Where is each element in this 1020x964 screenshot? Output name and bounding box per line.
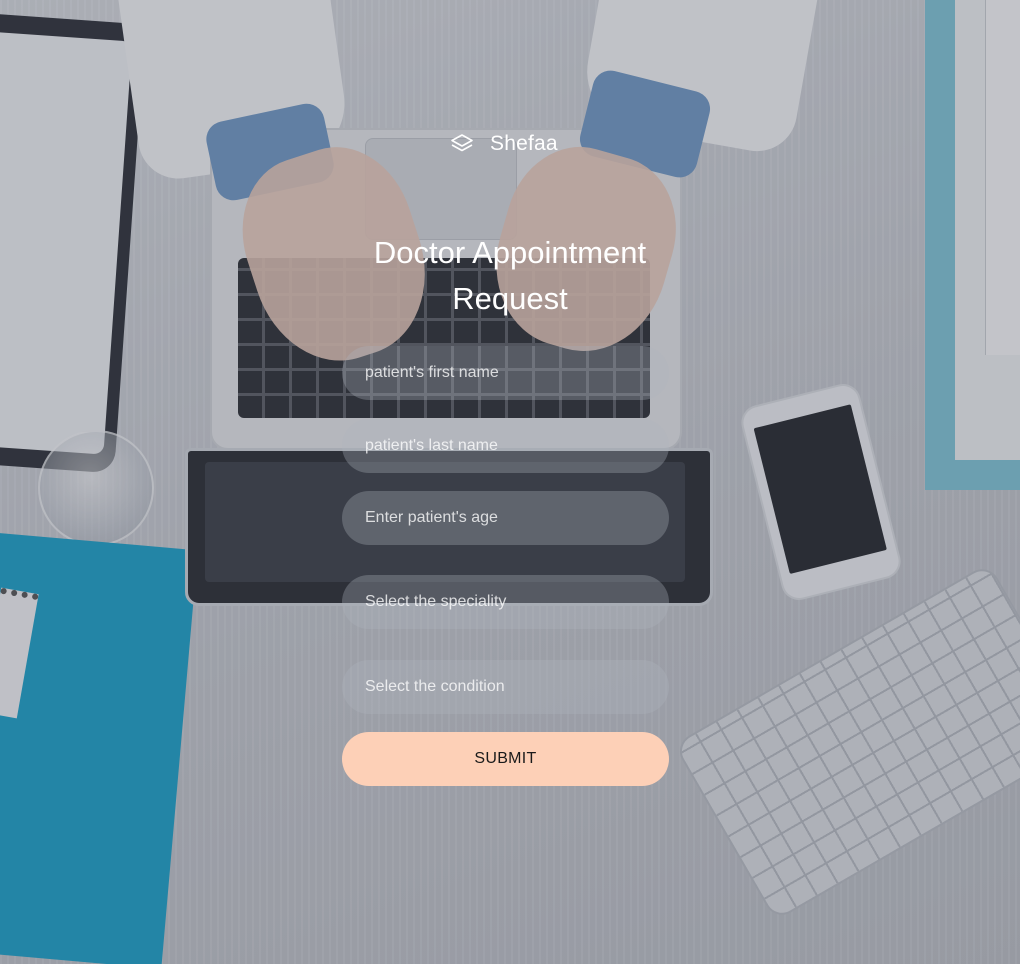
first-name-field-wrapper — [342, 346, 669, 400]
layers-icon — [451, 134, 473, 152]
age-input[interactable] — [365, 509, 669, 527]
form-title: Doctor Appointment Request — [373, 235, 647, 316]
speciality-select-label: Select the speciality — [365, 593, 507, 610]
first-name-input[interactable] — [365, 364, 669, 382]
brand-name: Shefaa — [490, 132, 558, 155]
condition-select[interactable]: Select the condition — [342, 660, 669, 714]
age-field-wrapper — [342, 491, 669, 545]
last-name-field-wrapper — [342, 419, 669, 473]
brand-logo[interactable]: Shefaa — [450, 132, 558, 156]
speciality-select[interactable]: Select the speciality — [342, 575, 669, 629]
condition-select-label: Select the condition — [365, 678, 505, 695]
last-name-input[interactable] — [365, 437, 669, 455]
submit-button[interactable]: SUBMIT — [342, 732, 669, 786]
